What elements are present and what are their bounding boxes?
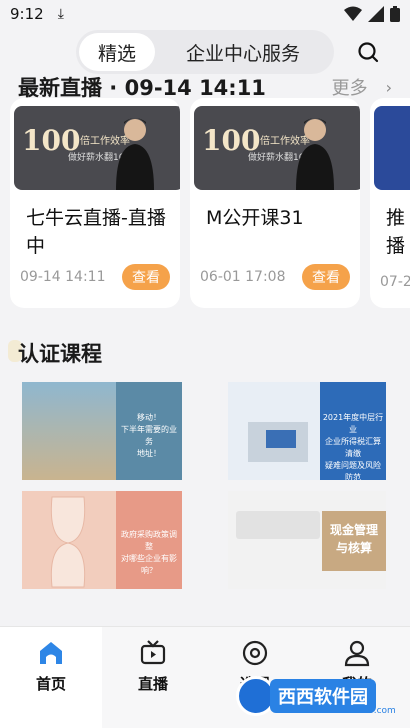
live-card-time: 09-14 14:11 — [20, 269, 106, 285]
signal-icon — [368, 6, 384, 22]
status-time: 9:12 — [10, 5, 44, 23]
nav-label: 直播 — [137, 675, 168, 693]
home-icon — [40, 642, 62, 664]
live-card[interactable]: 100 倍工作效率 做好薪水翻10倍 M公开课31 06-01 17:08 查看 — [190, 98, 360, 308]
target-icon — [242, 640, 268, 666]
course-card[interactable]: 移动！ 下半年需要的业务 地址！ — [22, 382, 182, 480]
course-cover-text: 政府采购政策调整 对哪些企业有影响？ — [121, 530, 177, 575]
tab-switcher: 精选 企业中心服务 — [76, 30, 334, 74]
tab-enterprise-services[interactable]: 企业中心服务 — [155, 33, 331, 71]
live-thumbnail: 100 倍工作效率 做好薪水翻10倍 — [14, 106, 180, 190]
live-card-time: 06-01 17:08 — [200, 269, 286, 285]
tv-icon — [140, 640, 166, 665]
status-bar: 9:12 ⤓ — [0, 0, 410, 28]
watch-button[interactable]: 查看 — [122, 264, 170, 290]
course-cover-text: 移动！ 下半年需要的业务 地址！ — [121, 413, 177, 458]
live-card-title: 七牛云直播-直播中 — [26, 207, 166, 257]
live-thumbnail: 100 倍工作效率 做好薪水翻10倍 — [194, 106, 360, 190]
live-thumbnail — [374, 106, 410, 190]
live-card-list: 100 倍工作效率 做好薪水翻10倍 七牛云直播-直播中 09-14 14:11… — [0, 98, 410, 308]
download-icon: ⤓ — [57, 6, 64, 22]
live-card-meta: 07-2 — [380, 274, 410, 290]
search-icon — [358, 42, 379, 63]
live-card[interactable]: 100 倍工作效率 做好薪水翻10倍 七牛云直播-直播中 09-14 14:11… — [10, 98, 180, 308]
live-card[interactable]: 推播 07-2 — [370, 98, 410, 308]
course-card[interactable]: 2021年度中层行业 企业所得税汇算清缴 疑难问题及风险防范 — [228, 382, 386, 480]
watermark: 西西软件园 CR173.com — [236, 676, 396, 716]
top-nav: 精选 企业中心服务 — [0, 28, 410, 76]
cert-section-title: 认证课程 — [18, 342, 102, 366]
user-icon — [344, 640, 370, 667]
battery-icon — [390, 6, 400, 22]
more-arrow-icon[interactable]: › — [386, 78, 392, 97]
nav-live[interactable]: 直播 — [102, 627, 204, 728]
search-button[interactable] — [348, 32, 388, 72]
live-card-title: M公开课31 — [206, 207, 304, 229]
live-card-title: 推播 — [386, 207, 406, 257]
more-link[interactable]: 更多 — [332, 74, 368, 100]
nav-label: 首页 — [35, 675, 66, 693]
tab-featured[interactable]: 精选 — [79, 33, 155, 71]
course-cover-text: 现金管理 与核算 — [329, 523, 378, 555]
live-card-time: 07-2 — [380, 274, 410, 290]
wifi-icon — [344, 6, 362, 21]
course-cover-text: 2021年度中层行业 企业所得税汇算清缴 疑难问题及风险防范 — [322, 413, 384, 480]
status-icons — [344, 6, 400, 22]
watch-button[interactable]: 查看 — [302, 264, 350, 290]
live-card-meta: 06-01 17:08 查看 — [200, 264, 350, 290]
course-card[interactable]: 政府采购政策调整 对哪些企业有影响？ — [22, 491, 182, 589]
presenter-image — [296, 118, 334, 190]
course-card[interactable]: 现金管理 与核算 — [228, 491, 386, 589]
presenter-image — [116, 118, 154, 190]
nav-home[interactable]: 首页 — [0, 627, 102, 728]
watermark-url: CR173.com — [344, 706, 396, 716]
live-card-meta: 09-14 14:11 查看 — [20, 264, 170, 290]
